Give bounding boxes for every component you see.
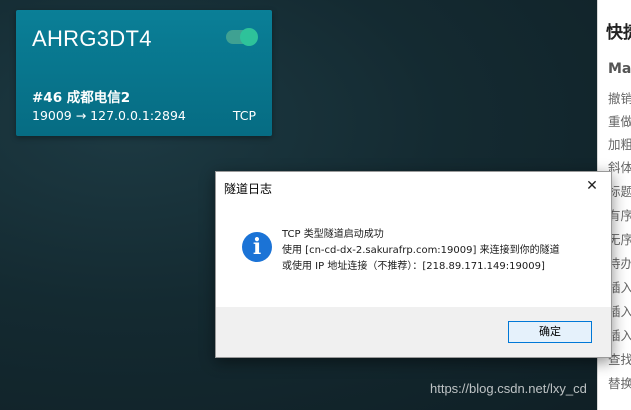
tunnel-node: #46 成都电信2 (32, 90, 131, 106)
shortcut-item[interactable]: 撤销 (608, 88, 631, 107)
tunnel-card[interactable]: AHRG3DT4 #46 成都电信2 19009 → 127.0.0.1:289… (16, 10, 272, 136)
tunnel-toggle[interactable] (226, 28, 258, 46)
toggle-knob (240, 28, 258, 46)
message-line: 或使用 IP 地址连接（不推荐）：[218.89.171.149:19009] (282, 261, 545, 272)
shortcut-panel-subtitle: Ma (608, 61, 631, 77)
tunnel-mapping: 19009 → 127.0.0.1:2894 (32, 108, 186, 123)
ok-button[interactable]: 确定 (508, 321, 592, 343)
info-icon: i (242, 232, 272, 262)
dialog-message: TCP 类型隧道启动成功 使用 [cn-cd-dx-2.sakurafrp.co… (282, 227, 560, 275)
shortcut-item[interactable]: 重做 (608, 111, 631, 130)
watermark: https://blog.csdn.net/lxy_cd (430, 381, 587, 396)
close-icon[interactable]: ✕ (579, 175, 605, 197)
info-icon-glyph: i (252, 234, 262, 260)
shortcut-item[interactable]: 替换 (608, 373, 631, 392)
dialog-title: 隧道日志 (224, 182, 273, 196)
tunnel-protocol: TCP (232, 108, 256, 123)
shortcut-panel-title: 快捷 (606, 23, 631, 43)
dialog-footer: 确定 (216, 307, 611, 357)
message-line: 使用 [cn-cd-dx-2.sakurafrp.com:19009] 来连接到… (282, 245, 560, 256)
message-line: TCP 类型隧道启动成功 (282, 229, 384, 240)
shortcut-item[interactable]: 加粗 (608, 134, 631, 153)
tunnel-name: AHRG3DT4 (32, 26, 152, 51)
tunnel-log-dialog: 隧道日志 ✕ i TCP 类型隧道启动成功 使用 [cn-cd-dx-2.sak… (215, 171, 612, 358)
